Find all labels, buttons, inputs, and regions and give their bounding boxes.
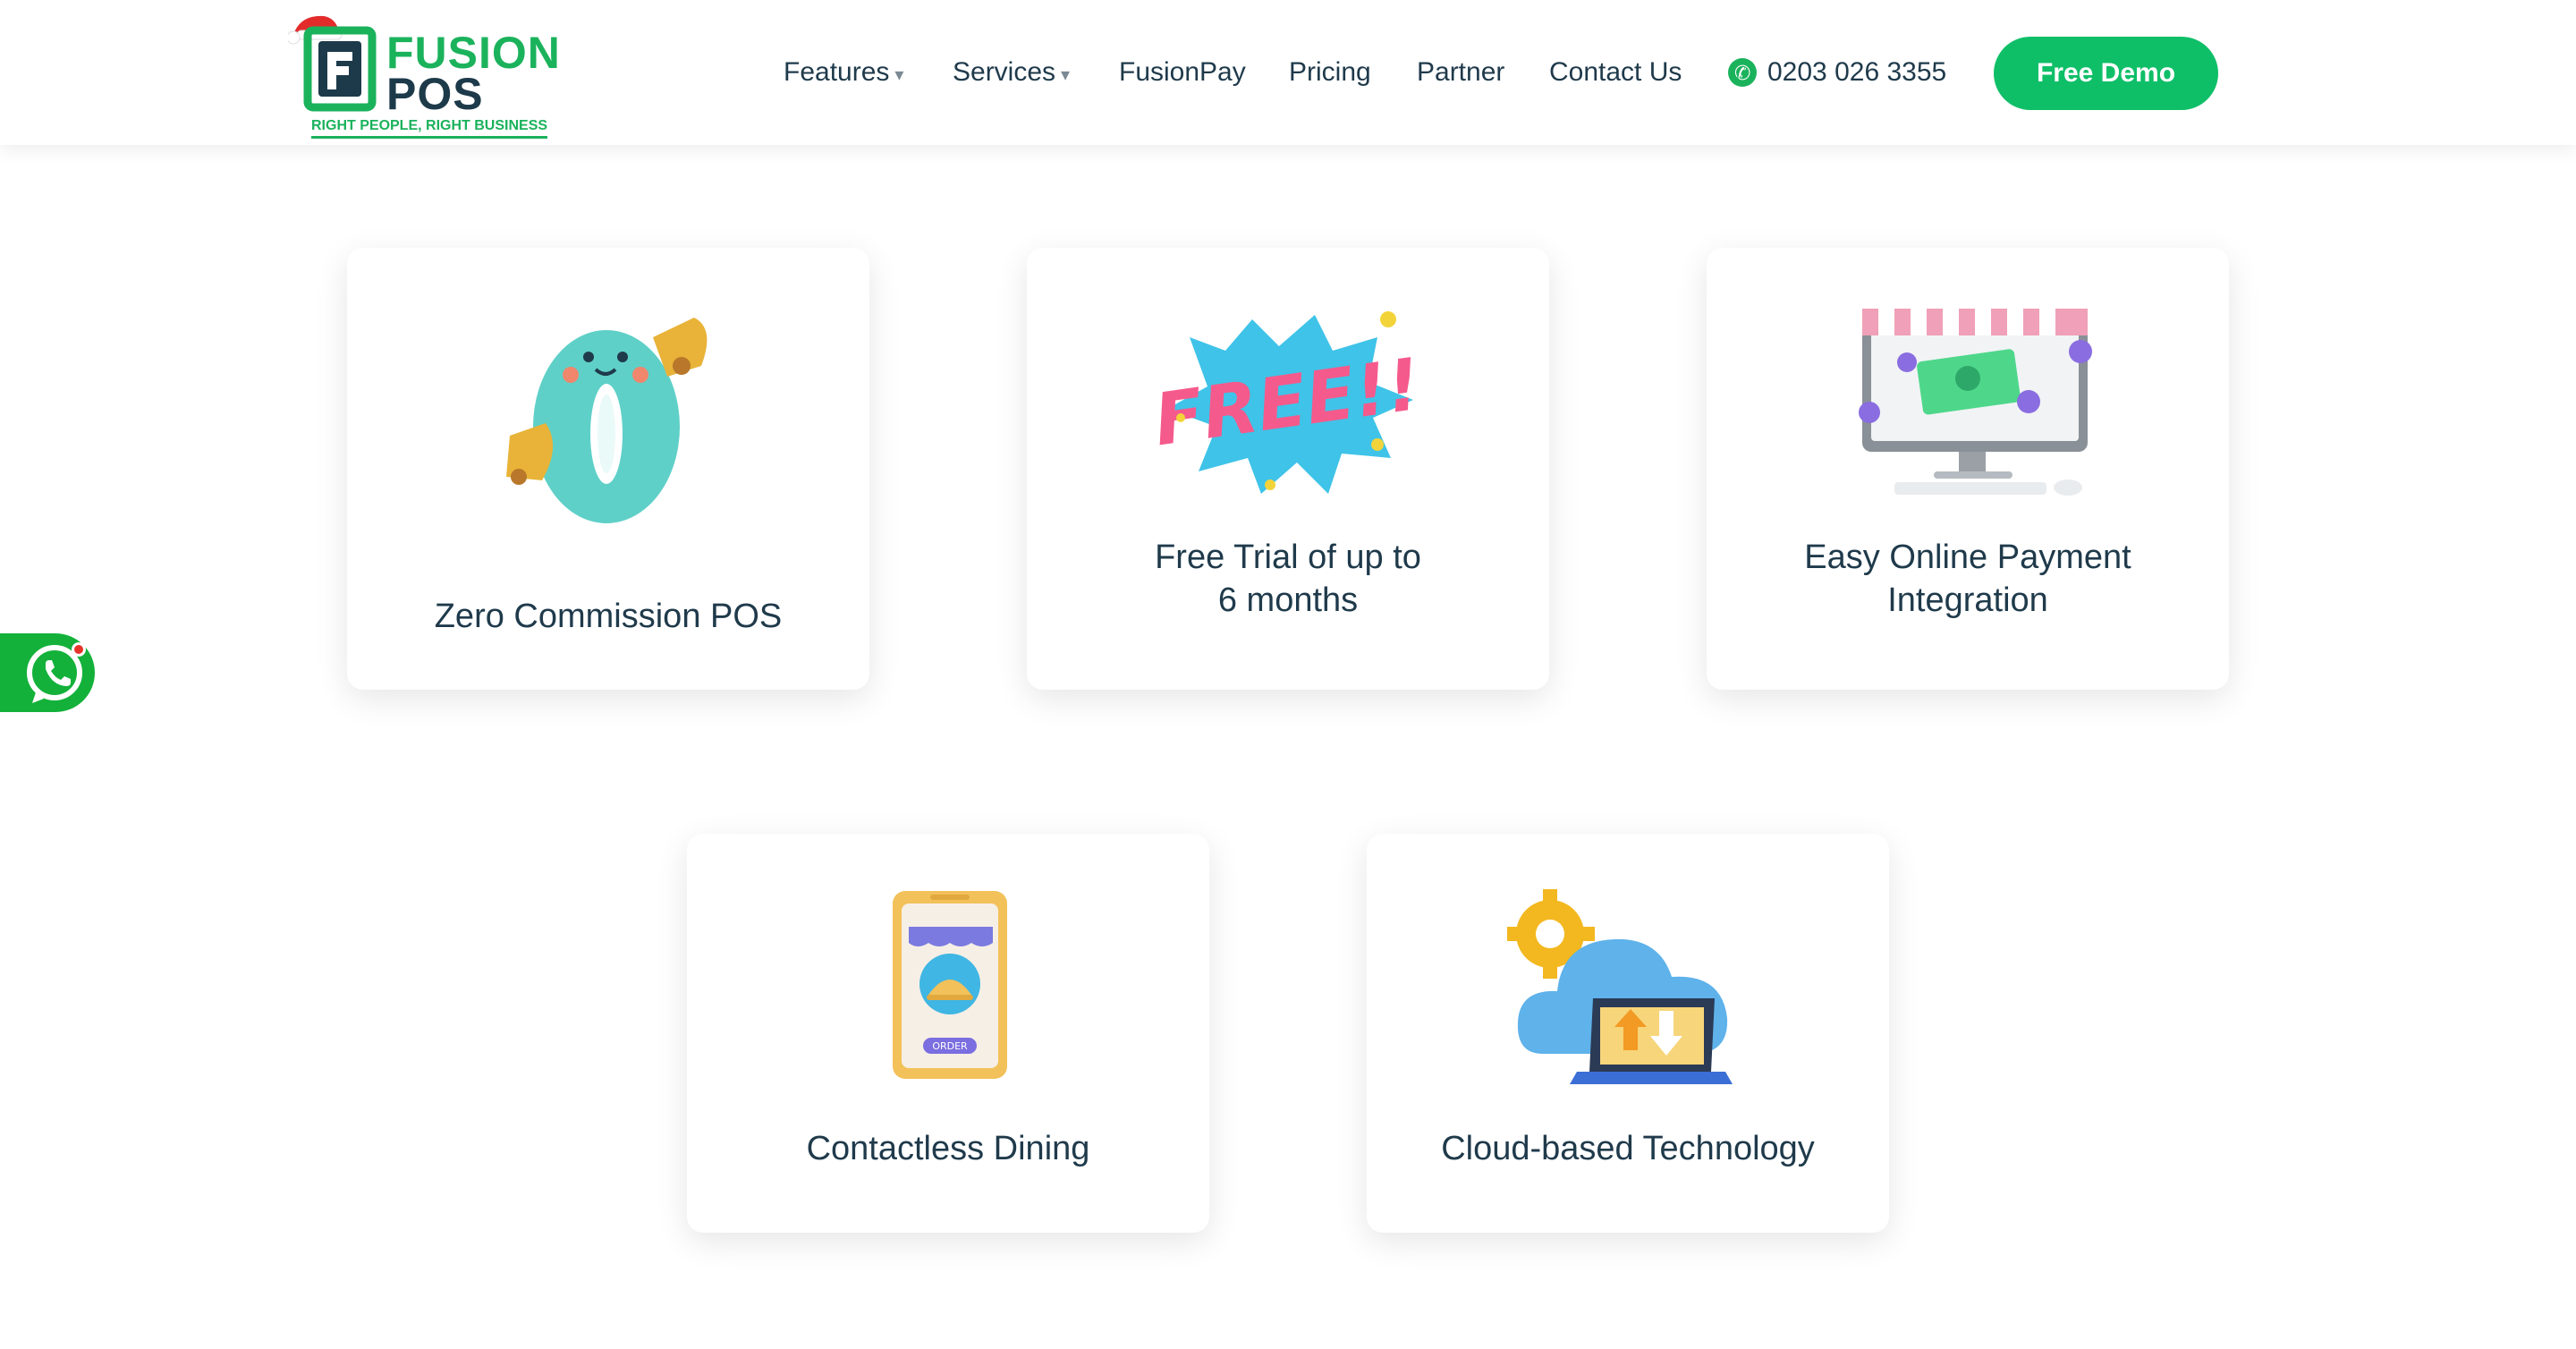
feature-card-cloud-technology: Cloud-based Technology <box>1367 834 1889 1233</box>
nav-item-label: Features <box>784 57 890 87</box>
nav-item-label: Pricing <box>1289 57 1371 87</box>
feature-title-line: Free Trial of up to <box>1155 539 1421 576</box>
feature-title-line: Integration <box>1887 581 2048 619</box>
site-header: FUSION POS RIGHT PEOPLE, RIGHT BUSINESS … <box>0 0 2576 145</box>
nav-item-label: Contact Us <box>1549 57 1682 87</box>
nav-item-label: Partner <box>1417 57 1505 87</box>
cloud-laptop-icon <box>1507 889 1733 1084</box>
phone-number: 0203 026 3355 <box>1767 57 1947 87</box>
nav-item-services[interactable]: Services ▾ <box>953 50 1070 95</box>
feature-title-line: 6 months <box>1217 581 1359 619</box>
feature-card-contactless-dining: ORDER Contactless Dining <box>687 834 1209 1233</box>
free-burst-icon: FREE!! <box>1154 311 1422 494</box>
nav-item-fusionpay[interactable]: FusionPay <box>1119 50 1246 95</box>
nav-item-label: Services <box>953 57 1056 87</box>
feature-title: Free Trial of up to 6 months <box>1027 536 1549 622</box>
notification-dot <box>72 642 86 657</box>
feature-title: Contactless Dining <box>806 1130 1090 1167</box>
free-demo-button[interactable]: Free Demo <box>1994 37 2218 110</box>
logo-tagline: RIGHT PEOPLE, RIGHT BUSINESS <box>311 118 548 139</box>
nav-item-features[interactable]: Features ▾ <box>784 50 903 95</box>
feature-title: Zero Commission POS <box>434 598 783 635</box>
phone-link[interactable]: 0203 026 3355 <box>1728 50 1947 96</box>
feature-title-line: Easy Online Payment <box>1804 539 2131 576</box>
phone-order-icon: ORDER <box>893 891 1007 1079</box>
feature-card-online-payment: Easy Online Payment Integration <box>1707 248 2229 690</box>
phone-icon <box>1728 51 1757 96</box>
feature-title: Easy Online Payment Integration <box>1707 536 2229 622</box>
feature-title: Cloud-based Technology <box>1441 1130 1815 1167</box>
chevron-down-icon: ▾ <box>1061 65 1071 85</box>
monitor-shop-icon <box>1859 309 2092 496</box>
zero-bells-icon <box>506 318 708 523</box>
whatsapp-button[interactable] <box>0 633 95 712</box>
nav-item-label: FusionPay <box>1119 57 1246 87</box>
feature-card-free-trial: FREE!! Free Trial of up to 6 months <box>1027 248 1549 690</box>
feature-card-zero-commission: Zero Commission POS <box>347 248 869 690</box>
svg-text:ORDER: ORDER <box>932 1040 968 1052</box>
nav-item-pricing[interactable]: Pricing <box>1289 50 1371 95</box>
chevron-down-icon: ▾ <box>894 65 904 85</box>
nav-item-partner[interactable]: Partner <box>1417 50 1504 95</box>
nav-item-contact-us[interactable]: Contact Us <box>1549 50 1682 95</box>
